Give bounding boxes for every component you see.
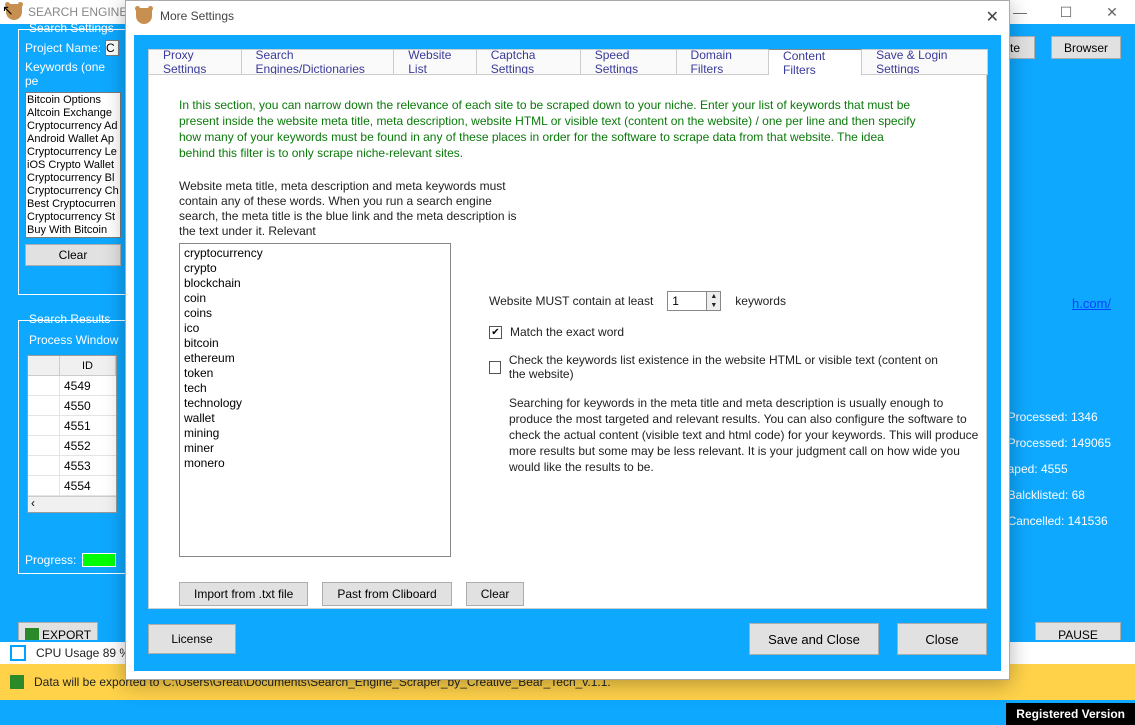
dialog-close-button[interactable]: ✕ (986, 7, 999, 27)
search-settings-fieldset: Search Settings Project Name: Keywords (… (18, 29, 128, 295)
tab-save-login[interactable]: Save & Login Settings (861, 49, 988, 75)
progress-label: Progress: (25, 553, 76, 567)
search-results-legend: Search Results (27, 312, 112, 326)
content-filters-panel: In this section, you can narrow down the… (148, 74, 987, 609)
dialog-titlebar: More Settings ✕ (126, 1, 1009, 31)
tab-website-list[interactable]: Website List (393, 49, 476, 75)
save-and-close-button[interactable]: Save and Close (749, 623, 879, 655)
license-button[interactable]: License (148, 624, 236, 654)
meta-instructions: Website meta title, meta description and… (179, 179, 519, 239)
check-html-label: Check the keywords list existence in the… (509, 353, 956, 381)
stat-scraped: aped: 4555 (1008, 456, 1111, 482)
import-txt-button[interactable]: Import from .txt file (179, 582, 308, 606)
clear-textarea-button[interactable]: Clear (466, 582, 525, 606)
process-window-label: Process Window (29, 333, 121, 347)
keywords-textarea[interactable] (179, 243, 451, 557)
dialog-title: More Settings (160, 9, 234, 23)
stat-processed-2: Processed: 149065 (1008, 430, 1111, 456)
paste-clipboard-button[interactable]: Past from Cliboard (322, 582, 451, 606)
min-keywords-input[interactable] (668, 292, 706, 310)
search-results-fieldset: Search Results Process Window ID 4549 45… (18, 320, 128, 574)
tabstrip: Proxy Settings Search Engines/Dictionari… (148, 49, 987, 75)
more-settings-dialog: More Settings ✕ Proxy Settings Search En… (125, 0, 1010, 680)
table-row: 4551 (28, 416, 116, 436)
cpu-usage-text: CPU Usage 89 % (36, 646, 130, 660)
intro-text: In this section, you can narrow down the… (179, 97, 919, 161)
project-name-label: Project Name: (25, 41, 101, 55)
table-row: 4549 (28, 376, 116, 396)
project-name-input[interactable] (105, 40, 119, 56)
tab-captcha-settings[interactable]: Captcha Settings (476, 49, 581, 75)
close-button[interactable]: ✕ (1089, 0, 1135, 24)
bear-icon (136, 8, 152, 24)
spin-up-icon[interactable]: ▲ (707, 292, 720, 301)
stat-blacklisted: Balcklisted: 68 (1008, 482, 1111, 508)
keywords-label: Keywords (one pe (25, 60, 121, 88)
search-settings-legend: Search Settings (27, 21, 116, 35)
stat-cancelled: Cancelled: 141536 (1008, 508, 1111, 534)
progress-bar (82, 553, 116, 567)
horizontal-scrollbar[interactable] (28, 496, 116, 512)
tab-domain-filters[interactable]: Domain Filters (676, 49, 770, 75)
stat-processed-1: Processed: 1346 (1008, 404, 1111, 430)
keywords-listbox[interactable]: Bitcoin Options Altcoin Exchange Cryptoc… (25, 92, 121, 238)
stats-block: Processed: 1346 Processed: 149065 aped: … (1008, 404, 1111, 534)
keywords-suffix: keywords (735, 294, 786, 308)
clear-keywords-button[interactable]: Clear (25, 244, 121, 266)
browser-button[interactable]: Browser (1051, 36, 1121, 59)
match-exact-checkbox[interactable]: ✔ (489, 326, 502, 339)
cpu-icon (10, 645, 26, 661)
tab-proxy-settings[interactable]: Proxy Settings (148, 49, 242, 75)
table-row: 4550 (28, 396, 116, 416)
table-row: 4553 (28, 456, 116, 476)
results-grid[interactable]: ID 4549 4550 4551 4552 4553 4554 (27, 355, 117, 513)
maximize-button[interactable]: ☐ (1043, 0, 1089, 24)
must-contain-label: Website MUST contain at least (489, 294, 653, 308)
partial-url-link[interactable]: h.com/ (1072, 296, 1111, 311)
tab-search-engines[interactable]: Search Engines/Dictionaries (241, 49, 395, 75)
tab-speed-settings[interactable]: Speed Settings (580, 49, 677, 75)
registered-badge: Registered Version (1006, 703, 1135, 725)
bear-icon (6, 4, 22, 20)
guidance-note: Searching for keywords in the meta title… (509, 395, 979, 475)
spin-down-icon[interactable]: ▼ (707, 301, 720, 310)
excel-icon (10, 675, 24, 689)
table-row: 4554 (28, 476, 116, 496)
min-keywords-spinner[interactable]: ▲▼ (667, 291, 721, 311)
id-column-header: ID (60, 356, 116, 375)
match-exact-label: Match the exact word (510, 325, 624, 339)
tab-content-filters[interactable]: Content Filters (768, 49, 862, 75)
check-html-checkbox[interactable] (489, 361, 501, 374)
table-row: 4552 (28, 436, 116, 456)
close-dialog-button[interactable]: Close (897, 623, 987, 655)
